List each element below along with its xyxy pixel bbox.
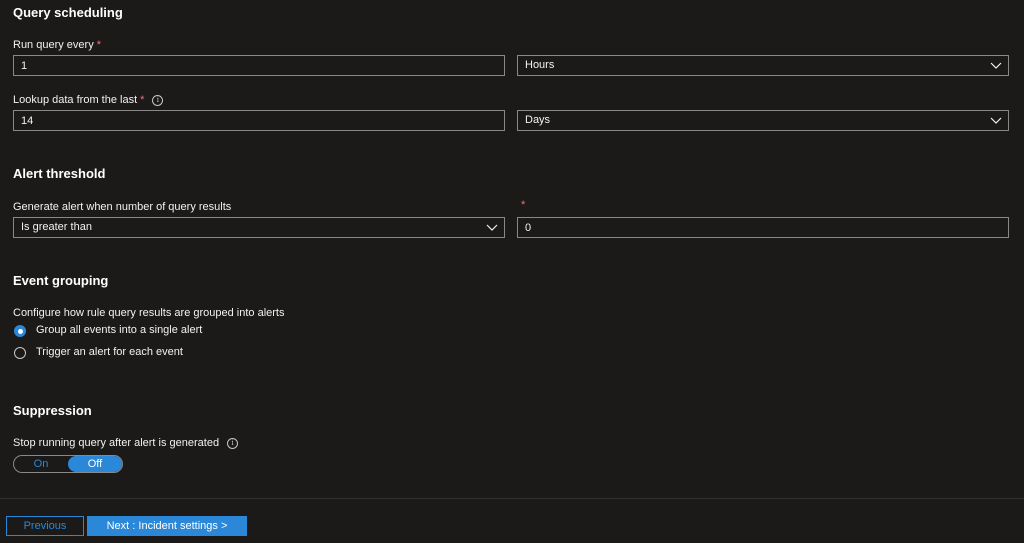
radio-label-each-event: Trigger an alert for each event (36, 346, 183, 358)
required-marker: * (521, 199, 526, 211)
toggle-off-option[interactable]: Off (68, 456, 122, 472)
next-incident-settings-button[interactable]: Next : Incident settings > (87, 516, 247, 536)
query-scheduling-heading: Query scheduling (13, 5, 123, 20)
info-icon[interactable]: i (152, 95, 164, 106)
event-grouping-description: Configure how rule query results are gro… (13, 307, 285, 319)
info-icon[interactable]: i (227, 438, 239, 449)
run-query-every-label: Run query every * (13, 39, 101, 51)
event-grouping-heading: Event grouping (13, 273, 109, 288)
run-query-every-input[interactable] (13, 55, 505, 76)
lookup-data-input[interactable] (13, 110, 505, 131)
radio-group-single-alert[interactable]: Group all events into a single alert (14, 324, 414, 338)
generate-alert-label: Generate alert when number of query resu… (13, 201, 232, 213)
radio-button-unchecked[interactable] (14, 347, 26, 359)
required-marker: * (140, 94, 145, 106)
alert-threshold-heading: Alert threshold (13, 166, 106, 181)
suppression-toggle[interactable]: On Off (13, 455, 123, 473)
stop-query-text: Stop running query after alert is genera… (13, 437, 220, 449)
lookup-data-unit-dropdown[interactable]: Days (517, 110, 1009, 131)
toggle-on-option[interactable]: On (14, 456, 68, 472)
run-query-every-unit-value: Hours (525, 59, 555, 71)
chevron-down-icon (990, 62, 1002, 69)
threshold-operator-dropdown[interactable]: Is greater than (13, 217, 505, 238)
radio-group-each-event[interactable]: Trigger an alert for each event (14, 346, 414, 360)
suppression-heading: Suppression (13, 403, 92, 418)
previous-button[interactable]: Previous (6, 516, 84, 536)
run-query-every-text: Run query every (13, 39, 94, 51)
threshold-value-input[interactable] (517, 217, 1009, 238)
run-query-every-unit-dropdown[interactable]: Hours (517, 55, 1009, 76)
chevron-down-icon (990, 117, 1002, 124)
threshold-operator-value: Is greater than (21, 221, 92, 233)
footer-divider (0, 498, 1024, 499)
radio-label-single-alert: Group all events into a single alert (36, 324, 203, 336)
chevron-down-icon (486, 224, 498, 231)
stop-query-label: Stop running query after alert is genera… (13, 437, 239, 449)
lookup-data-text: Lookup data from the last (13, 94, 138, 106)
lookup-data-label: Lookup data from the last * i (13, 94, 164, 106)
required-marker: * (96, 39, 101, 51)
radio-button-checked[interactable] (14, 325, 26, 337)
lookup-data-unit-value: Days (525, 114, 551, 126)
